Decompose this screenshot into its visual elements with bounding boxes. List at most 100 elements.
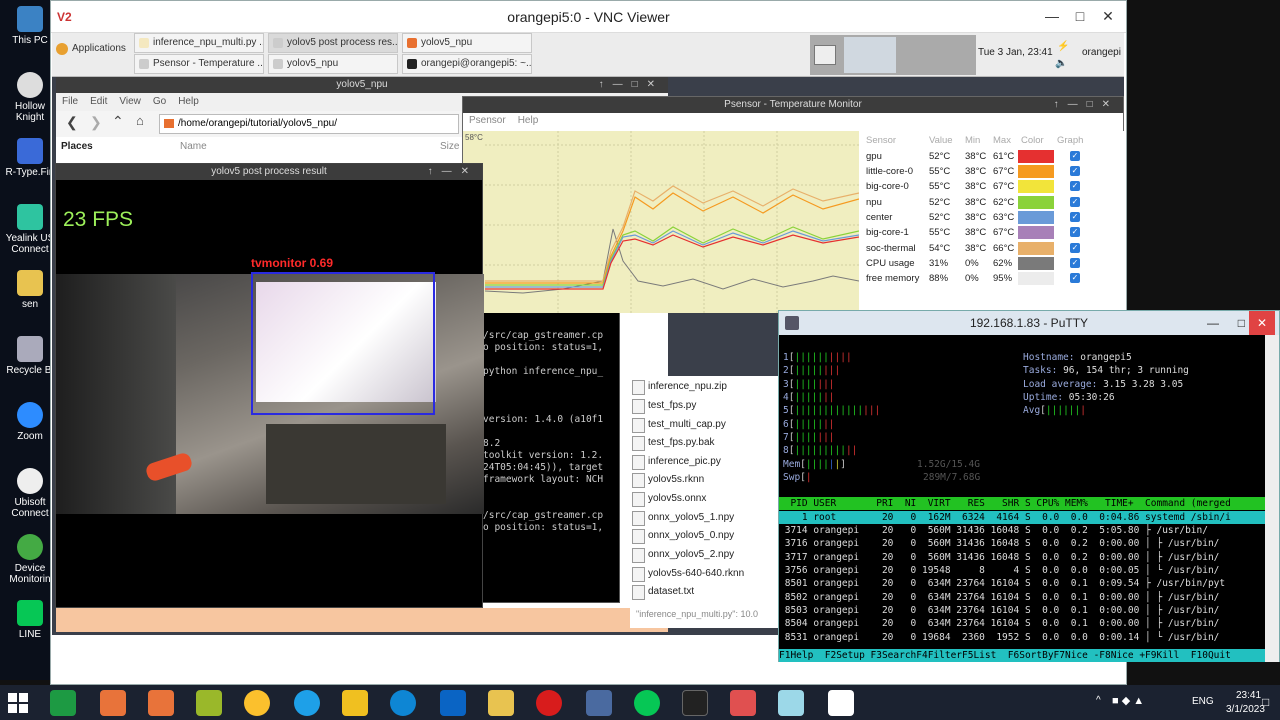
putty-taskbar-icon[interactable] [586,690,612,716]
process-row[interactable]: 8503 orangepi 20 0 634M 23764 16104 S 0.… [779,604,1220,617]
file-item[interactable]: onnx_yolov5_1.npy [630,508,734,527]
window-controls[interactable]: ↑—✕ [428,164,478,180]
file-item[interactable]: inference_npu.zip [630,377,727,396]
taskbar-time[interactable]: 23:41 [1236,690,1261,701]
sensor-row[interactable]: free memory 88% 0% 95% ✓ [863,271,1113,286]
workspace-switcher[interactable] [810,35,976,75]
psensor-titlebar[interactable]: Psensor - Temperature Monitor ↑—□✕ [463,97,1123,113]
task-item[interactable]: inference_npu_multi.py ... [134,33,264,53]
graph-checkbox[interactable]: ✓ [1070,197,1080,207]
process-row-selected[interactable]: 1 root 20 0 162M 6324 4164 S 0.0 0.0 0:0… [779,511,1265,524]
color-swatch[interactable] [1018,165,1054,178]
size-column-header[interactable]: Size [440,141,459,152]
color-swatch[interactable] [1018,196,1054,209]
file-item[interactable]: onnx_yolov5_2.npy [630,545,734,564]
sensor-row[interactable]: soc-thermal 54°C 38°C 66°C ✓ [863,241,1113,256]
app-icon[interactable] [778,690,804,716]
vnc-titlebar[interactable]: V2 orangepi5:0 - VNC Viewer — □ ✕ [51,1,1126,33]
desktop-icon-label[interactable]: Shell Client [322,639,373,650]
minimize-icon[interactable]: — [1038,5,1066,27]
color-swatch[interactable] [1018,226,1054,239]
chrome-icon[interactable] [244,690,270,716]
file-item[interactable]: yolov5s.onnx [630,489,706,508]
file-manager-titlebar[interactable]: yolov5_npu ↑—□✕ [56,77,668,93]
app-icon[interactable] [148,690,174,716]
start-icon[interactable] [8,693,28,713]
task-item[interactable]: orangepi@orangepi5: ~... [402,54,532,74]
color-swatch[interactable] [1018,180,1054,193]
language-indicator[interactable]: ENG [1192,696,1214,707]
process-row[interactable]: 3756 orangepi 20 0 19548 8 4 S 0.0 0.0 0… [779,564,1220,577]
edge-icon[interactable] [390,690,416,716]
menu-edit[interactable]: Edit [90,96,107,107]
file-item[interactable]: onnx_yolov5_0.npy [630,526,734,545]
menu-help[interactable]: Help [518,115,539,126]
function-key-bar[interactable]: F1Help F2Setup F3SearchF4FilterF5List F6… [779,649,1265,662]
menu-go[interactable]: Go [153,96,166,107]
graph-checkbox[interactable]: ✓ [1070,212,1080,222]
close-icon[interactable]: ✕ [1094,5,1122,27]
graph-checkbox[interactable]: ✓ [1070,243,1080,253]
window-controls[interactable]: ↑—□✕ [1054,97,1119,113]
process-row[interactable]: 8504 orangepi 20 0 634M 23764 16104 S 0.… [779,617,1220,630]
yolo-titlebar[interactable]: yolov5 post process result ↑—✕ [56,164,482,180]
process-row[interactable]: 3716 orangepi 20 0 560M 31436 16048 S 0.… [779,537,1220,550]
network-icon[interactable]: ⚡ [1057,41,1069,52]
sensor-row[interactable]: gpu 52°C 38°C 61°C ✓ [863,149,1113,164]
outlook-icon[interactable] [440,690,466,716]
menu-view[interactable]: View [119,96,141,107]
task-item[interactable]: Psensor - Temperature ... [134,54,264,74]
ie-icon[interactable] [294,690,320,716]
menu-psensor[interactable]: Psensor [469,115,506,126]
file-item[interactable]: yolov5s-640-640.rknn [630,564,744,583]
app-icon[interactable] [730,690,756,716]
back-icon[interactable]: ❮ [66,114,78,131]
color-swatch[interactable] [1018,242,1054,255]
sensor-row[interactable]: little-core-0 55°C 38°C 67°C ✓ [863,164,1113,179]
file-item[interactable]: test_multi_cap.py [630,415,726,434]
sensor-row[interactable]: big-core-0 55°C 38°C 67°C ✓ [863,179,1113,194]
maximize-icon[interactable]: □ [1066,5,1094,27]
task-item[interactable]: yolov5_npu [268,54,398,74]
task-item[interactable]: yolov5 post process res... [268,33,398,53]
process-row[interactable]: 8501 orangepi 20 0 634M 23764 16104 S 0.… [779,577,1225,590]
color-swatch[interactable] [1018,257,1054,270]
app-icon[interactable] [100,690,126,716]
file-item[interactable]: test_fps.py [630,396,696,415]
close-icon[interactable]: ✕ [1249,311,1275,335]
file-item[interactable]: dataset.txt [630,582,694,601]
process-row[interactable]: 3714 orangepi 20 0 560M 31436 16048 S 0.… [779,524,1208,537]
color-swatch[interactable] [1018,211,1054,224]
graph-checkbox[interactable]: ✓ [1070,151,1080,161]
process-table-header[interactable]: PID USER PRI NI VIRT RES SHR S CPU% MEM%… [779,497,1265,510]
maximize-icon[interactable]: □ [1238,311,1245,335]
tray-chevron-icon[interactable]: ^ [1096,695,1101,706]
graph-checkbox[interactable]: ✓ [1070,181,1080,191]
panel-user[interactable]: orangepi [1082,47,1121,58]
sensor-row[interactable]: npu 52°C 38°C 62°C ✓ [863,195,1113,210]
sensor-row[interactable]: CPU usage 31% 0% 62% ✓ [863,256,1113,271]
color-swatch[interactable] [1018,150,1054,163]
path-bar[interactable]: /home/orangepi/tutorial/yolov5_npu/ [159,114,459,134]
applications-menu[interactable]: Applications [56,43,126,55]
desktop-icon-label[interactable]: PowerDirect... [128,639,191,650]
menu-help[interactable]: Help [178,96,199,107]
sensor-row[interactable]: big-core-1 55°C 38°C 67°C ✓ [863,225,1113,240]
vnc-taskbar-icon[interactable] [828,690,854,716]
putty-scrollbar[interactable] [1265,335,1279,662]
volume-icon[interactable]: 🔈 [1055,58,1067,69]
desktop-icon-label[interactable]: Browser [266,639,303,650]
minimize-icon[interactable]: — [1207,311,1219,335]
panel-clock[interactable]: Tue 3 Jan, 23:41 [978,47,1053,58]
opera-icon[interactable] [536,690,562,716]
excel-icon[interactable] [50,690,76,716]
sensor-row[interactable]: center 52°C 38°C 63°C ✓ [863,210,1113,225]
task-item[interactable]: yolov5_npu [402,33,532,53]
forward-icon[interactable]: ❯ [90,114,102,131]
graph-checkbox[interactable]: ✓ [1070,166,1080,176]
tray-icons[interactable]: ■ ◆ ▲ [1112,694,1144,707]
iq-icon[interactable] [342,690,368,716]
notification-icon[interactable]: □ [1262,695,1269,709]
desktop-icon-label[interactable]: Creed S... [581,639,626,650]
process-row[interactable]: 3717 orangepi 20 0 560M 31436 16048 S 0.… [779,551,1220,564]
